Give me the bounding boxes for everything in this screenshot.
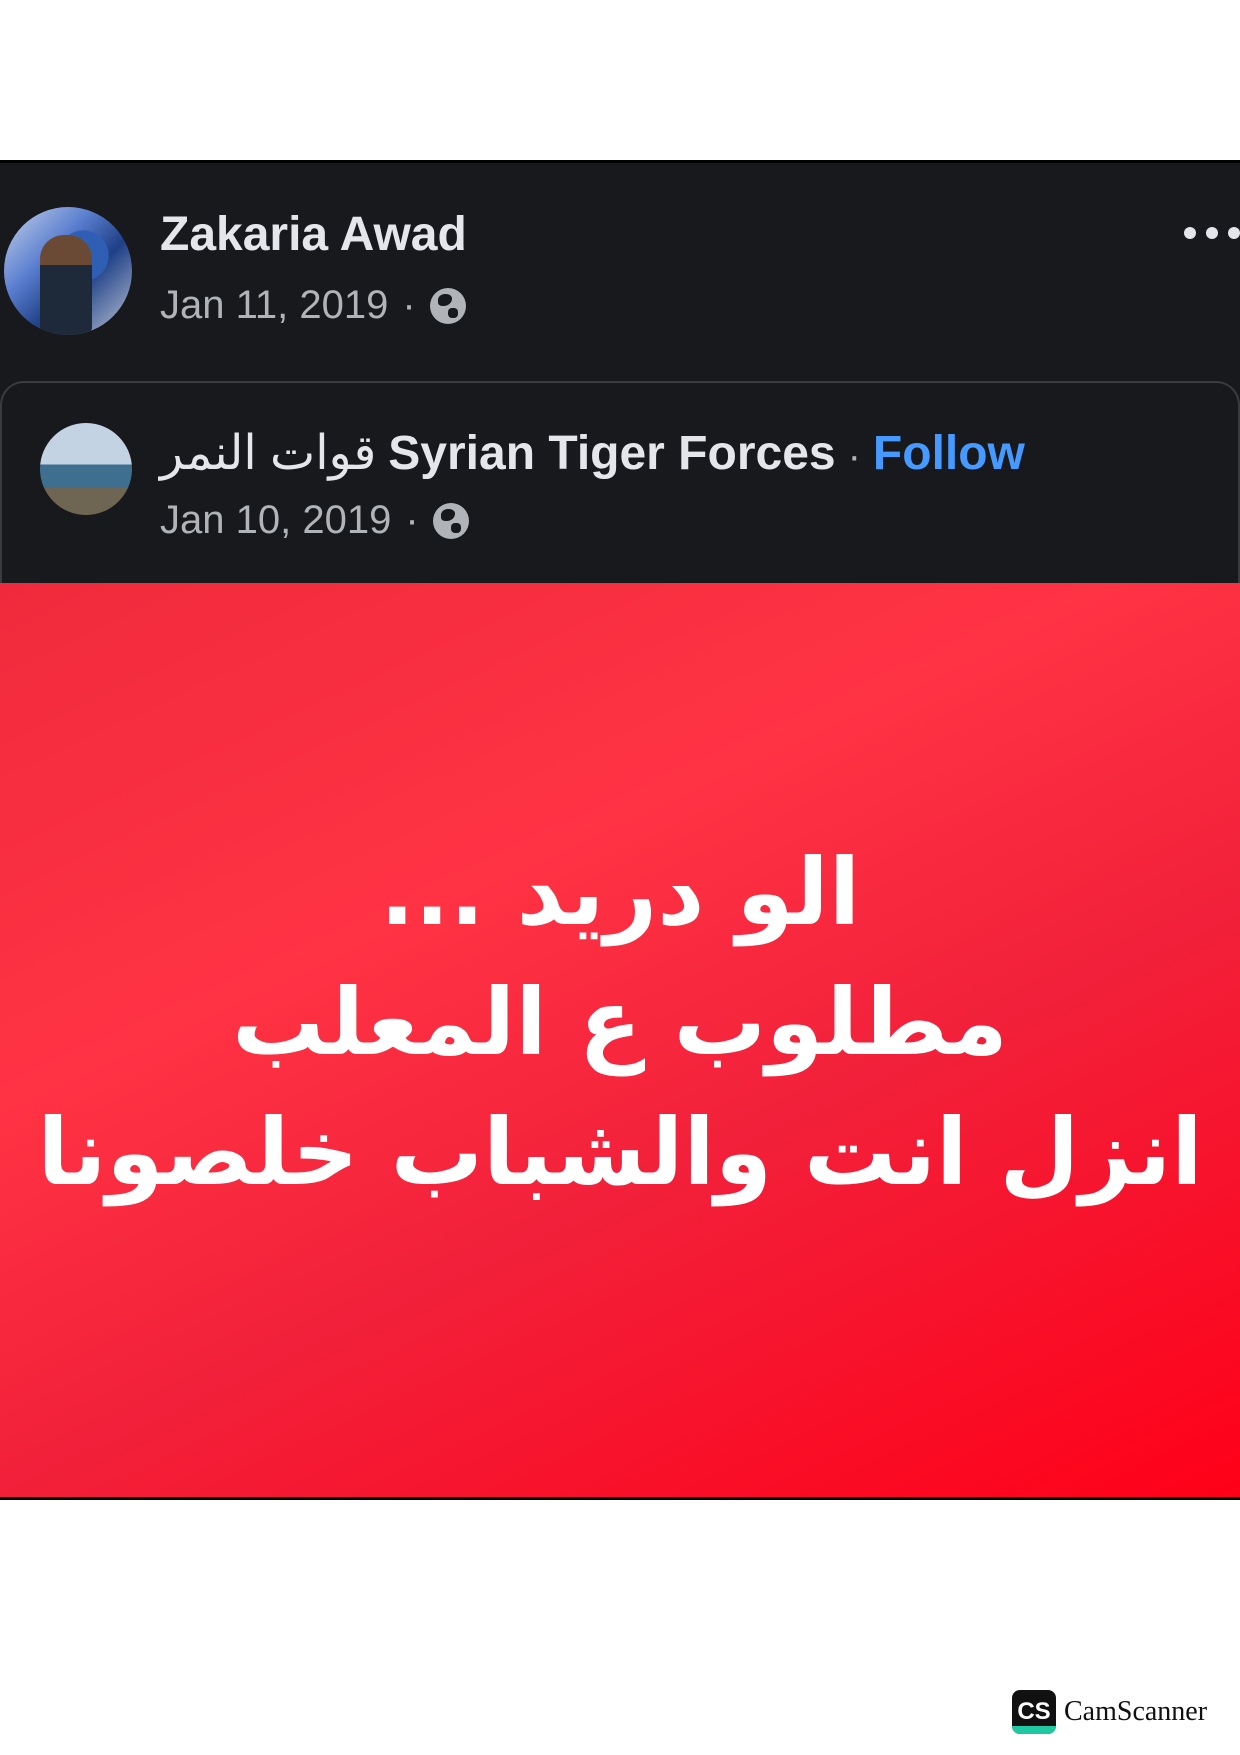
- author-name[interactable]: Zakaria Awad: [160, 207, 467, 262]
- image-text-line: انزل انت والشباب خلصونا: [37, 1099, 1203, 1206]
- page-avatar[interactable]: [40, 423, 132, 515]
- post-image[interactable]: الو دريد ... مطلوب ع المعلب انزل انت وال…: [0, 583, 1240, 1497]
- shared-post-date[interactable]: Jan 10, 2019: [160, 498, 391, 543]
- dot: [1228, 227, 1240, 239]
- page-name[interactable]: Syrian Tiger Forces: [388, 426, 835, 481]
- camscanner-logo-icon: CS: [1012, 1690, 1056, 1734]
- camscanner-watermark: CS CamScanner: [1012, 1690, 1207, 1734]
- globe-icon: [432, 502, 469, 539]
- meta-separator: ·: [402, 283, 416, 327]
- facebook-post-screenshot: Zakaria Awad Jan 11, 2019 · قوات النمر S…: [0, 160, 1240, 1500]
- follow-button[interactable]: Follow: [873, 426, 1025, 481]
- post-meta: Jan 11, 2019 ·: [160, 283, 466, 328]
- shared-post-header: قوات النمر Syrian Tiger Forces · Follow: [160, 425, 1025, 481]
- post-date[interactable]: Jan 11, 2019: [160, 283, 388, 328]
- dot: [1206, 227, 1218, 239]
- meta-separator: ·: [405, 498, 419, 542]
- shared-post-meta: Jan 10, 2019 ·: [160, 498, 469, 543]
- more-options-icon[interactable]: [1184, 227, 1240, 239]
- avatar-photo: [40, 235, 92, 335]
- image-text-line: مطلوب ع المعلب: [232, 969, 1008, 1076]
- camscanner-wordmark: CamScanner: [1064, 1696, 1208, 1727]
- globe-icon: [429, 287, 466, 324]
- header-separator: ·: [847, 434, 861, 478]
- page-name-arabic[interactable]: قوات النمر: [160, 425, 376, 481]
- image-text-line: الو دريد ...: [379, 839, 861, 946]
- dot: [1184, 227, 1196, 239]
- image-text-block: الو دريد ... مطلوب ع المعلب انزل انت وال…: [0, 828, 1240, 1218]
- author-avatar[interactable]: [4, 207, 132, 335]
